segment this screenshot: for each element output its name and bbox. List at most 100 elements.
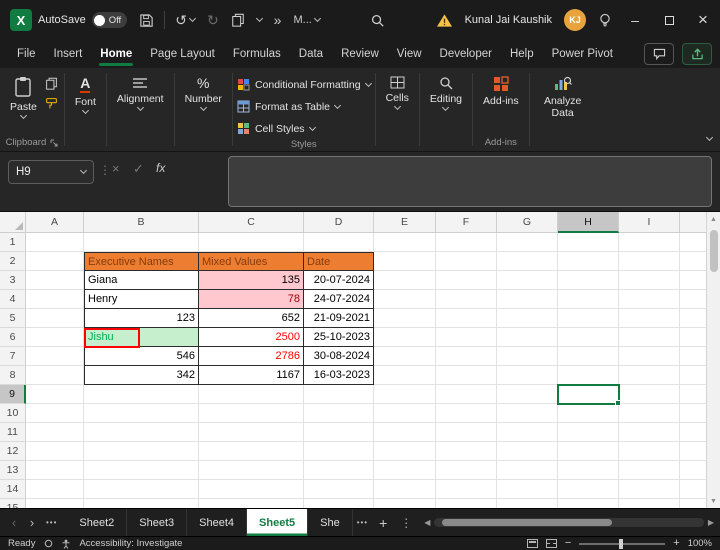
insert-function-button[interactable]: fx [156, 161, 165, 175]
row-header-2[interactable]: 2 [0, 252, 26, 271]
cell-E10[interactable] [374, 404, 436, 423]
paste-button[interactable]: Paste [4, 73, 43, 121]
cancel-entry-button[interactable]: × [112, 161, 120, 176]
cell-F1[interactable] [436, 233, 497, 252]
cell-F10[interactable] [436, 404, 497, 423]
cell-D7[interactable]: 30-08-2024 [304, 347, 374, 366]
cell-D3[interactable]: 20-07-2024 [304, 271, 374, 290]
cell-D10[interactable] [304, 404, 374, 423]
accessibility-status[interactable]: Accessibility: Investigate [79, 538, 182, 549]
vertical-scrollbar[interactable]: ▲ ▼ [706, 212, 720, 508]
conditional-formatting-button[interactable]: Conditional Formatting [237, 75, 372, 94]
cell-I14[interactable] [619, 480, 680, 499]
cell-C15[interactable] [199, 499, 304, 508]
cell-E6[interactable] [374, 328, 436, 347]
cell-G2[interactable] [497, 252, 558, 271]
page-layout-view-button[interactable] [526, 539, 538, 548]
sheet-tab-she[interactable]: She [308, 509, 353, 536]
cell-B9[interactable] [84, 385, 199, 404]
cell-F13[interactable] [436, 461, 497, 480]
sheet-options-button[interactable]: ⋮ [394, 509, 418, 536]
row-header-1[interactable]: 1 [0, 233, 26, 252]
scroll-up-icon[interactable]: ▲ [710, 212, 717, 226]
cell-E9[interactable] [374, 385, 436, 404]
format-painter-button[interactable] [45, 97, 58, 110]
undo-button[interactable]: ↺ [175, 13, 196, 27]
cell-G11[interactable] [497, 423, 558, 442]
addins-button[interactable]: Add-ins [477, 73, 525, 110]
zoom-slider-thumb[interactable] [619, 538, 624, 549]
row-header-14[interactable]: 14 [0, 480, 26, 499]
cell-I12[interactable] [619, 442, 680, 461]
cell-E12[interactable] [374, 442, 436, 461]
sheet-tab-sheet2[interactable]: Sheet2 [67, 509, 128, 536]
autosave-control[interactable]: AutoSave Off [38, 12, 128, 28]
tab-home[interactable]: Home [91, 40, 141, 68]
font-menu-button[interactable]: A Font [69, 73, 102, 116]
cell-I11[interactable] [619, 423, 680, 442]
horizontal-scrollbar-track[interactable] [434, 518, 704, 527]
cell-A8[interactable] [26, 366, 84, 385]
cell-C1[interactable] [199, 233, 304, 252]
cell-H5[interactable] [558, 309, 619, 328]
row-header-15[interactable]: 15 [0, 499, 26, 508]
column-header-I[interactable]: I [619, 212, 680, 233]
cell-A6[interactable] [26, 328, 84, 347]
macro-record-button[interactable] [43, 539, 53, 549]
cell-G13[interactable] [497, 461, 558, 480]
sheet-tab-sheet5[interactable]: Sheet5 [247, 509, 309, 536]
cell-C8[interactable]: 1167 [199, 366, 304, 385]
cell-B11[interactable] [84, 423, 199, 442]
cell-I15[interactable] [619, 499, 680, 508]
cell-A3[interactable] [26, 271, 84, 290]
tab-view[interactable]: View [388, 40, 431, 68]
cell-C2[interactable]: Mixed Values [199, 252, 304, 271]
tab-formulas[interactable]: Formulas [224, 40, 290, 68]
cell-E2[interactable] [374, 252, 436, 271]
cell-C11[interactable] [199, 423, 304, 442]
copy-small-button[interactable] [45, 77, 58, 90]
tab-review[interactable]: Review [332, 40, 388, 68]
alerts-button[interactable] [436, 13, 453, 28]
cell-B7[interactable]: 546 [84, 347, 199, 366]
cell-B15[interactable] [84, 499, 199, 508]
cell-D4[interactable]: 24-07-2024 [304, 290, 374, 309]
confirm-entry-button[interactable]: ✓ [133, 161, 144, 177]
format-as-table-button[interactable]: Format as Table [237, 97, 342, 116]
cell-I4[interactable] [619, 290, 680, 309]
cell-G5[interactable] [497, 309, 558, 328]
cell-H3[interactable] [558, 271, 619, 290]
column-header-G[interactable]: G [497, 212, 558, 233]
cell-C7[interactable]: 2786 [199, 347, 304, 366]
cell-H7[interactable] [558, 347, 619, 366]
page-break-view-button[interactable] [545, 539, 557, 548]
row-header-12[interactable]: 12 [0, 442, 26, 461]
cell-D5[interactable]: 21-09-2021 [304, 309, 374, 328]
qat-dropdown[interactable]: M... [293, 14, 321, 26]
cell-D15[interactable] [304, 499, 374, 508]
cell-B4[interactable]: Henry [84, 290, 199, 309]
cell-A12[interactable] [26, 442, 84, 461]
cell-A1[interactable] [26, 233, 84, 252]
cell-B1[interactable] [84, 233, 199, 252]
cell-B3[interactable]: Giana [84, 271, 199, 290]
editing-menu-button[interactable]: Editing [424, 73, 468, 113]
cell-C12[interactable] [199, 442, 304, 461]
cell-C10[interactable] [199, 404, 304, 423]
cell-G1[interactable] [497, 233, 558, 252]
cell-G9[interactable] [497, 385, 558, 404]
cell-B14[interactable] [84, 480, 199, 499]
cell-G7[interactable] [497, 347, 558, 366]
cell-E7[interactable] [374, 347, 436, 366]
cell-E14[interactable] [374, 480, 436, 499]
sheet-nav-right-icon[interactable]: › [24, 515, 40, 530]
cell-C9[interactable] [199, 385, 304, 404]
row-header-6[interactable]: 6 [0, 328, 26, 347]
cell-E15[interactable] [374, 499, 436, 508]
row-header-9[interactable]: 9 [0, 385, 26, 404]
zoom-slider[interactable] [579, 538, 666, 549]
cell-E3[interactable] [374, 271, 436, 290]
accessibility-button[interactable] [61, 539, 71, 549]
cell-H4[interactable] [558, 290, 619, 309]
scroll-left-icon[interactable]: ◀ [424, 518, 430, 527]
